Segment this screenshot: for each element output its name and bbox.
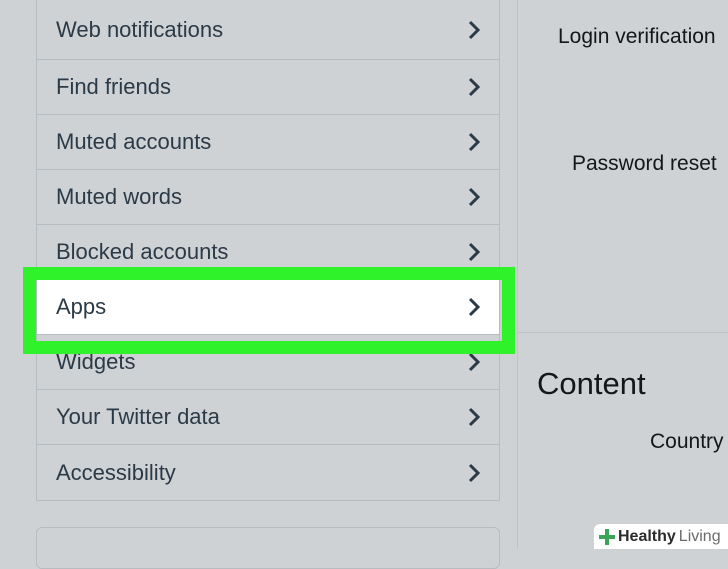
chevron-right-icon — [468, 407, 481, 427]
watermark-text-2: Living — [678, 527, 721, 545]
chevron-right-icon — [468, 187, 481, 207]
sidebar-item-muted-accounts[interactable]: Muted accounts — [37, 115, 499, 170]
sidebar-item-label: Web notifications — [56, 16, 224, 42]
chevron-right-icon — [468, 20, 481, 39]
settings-nav: Web notifications Find friends Muted acc… — [36, 0, 500, 501]
chevron-right-icon — [468, 77, 481, 97]
country-label: Country — [650, 430, 724, 453]
chevron-right-icon — [468, 463, 481, 482]
sidebar-item-blocked-accounts[interactable]: Blocked accounts — [37, 225, 499, 280]
chevron-right-icon — [468, 352, 481, 372]
watermark-text-1: Healthy — [618, 527, 676, 545]
password-reset-label: Password reset — [572, 152, 717, 175]
sidebar-item-your-twitter-data[interactable]: Your Twitter data — [37, 390, 499, 445]
sidebar-lower-card — [36, 527, 500, 569]
column-divider — [517, 0, 518, 549]
login-verification-label: Login verification — [558, 25, 716, 48]
sidebar-item-find-friends[interactable]: Find friends — [37, 60, 499, 115]
sidebar-item-label: Accessibility — [56, 459, 176, 485]
section-divider — [518, 332, 728, 333]
sidebar-item-muted-words[interactable]: Muted words — [37, 170, 499, 225]
sidebar-item-label: Your Twitter data — [56, 404, 220, 429]
plus-leaf-icon — [599, 528, 615, 545]
chevron-right-icon — [468, 132, 481, 152]
sidebar-item-accessibility[interactable]: Accessibility — [37, 445, 499, 500]
sidebar-item-label: Find friends — [56, 74, 171, 99]
watermark: Healthy Living — [594, 524, 728, 549]
sidebar-item-label: Muted words — [56, 184, 182, 209]
sidebar-item-label: Muted accounts — [56, 129, 212, 154]
sidebar-item-widgets[interactable]: Widgets — [37, 335, 499, 390]
chevron-right-icon — [468, 242, 481, 262]
sidebar-item-label: Blocked accounts — [56, 239, 229, 264]
sidebar-item-label: Widgets — [56, 349, 136, 374]
content-section-heading: Content — [537, 366, 646, 401]
chevron-right-icon — [468, 297, 481, 317]
sidebar-item-web-notifications[interactable]: Web notifications — [37, 0, 499, 60]
sidebar-item-apps[interactable]: Apps — [37, 280, 499, 335]
sidebar-item-label: Apps — [56, 294, 107, 319]
